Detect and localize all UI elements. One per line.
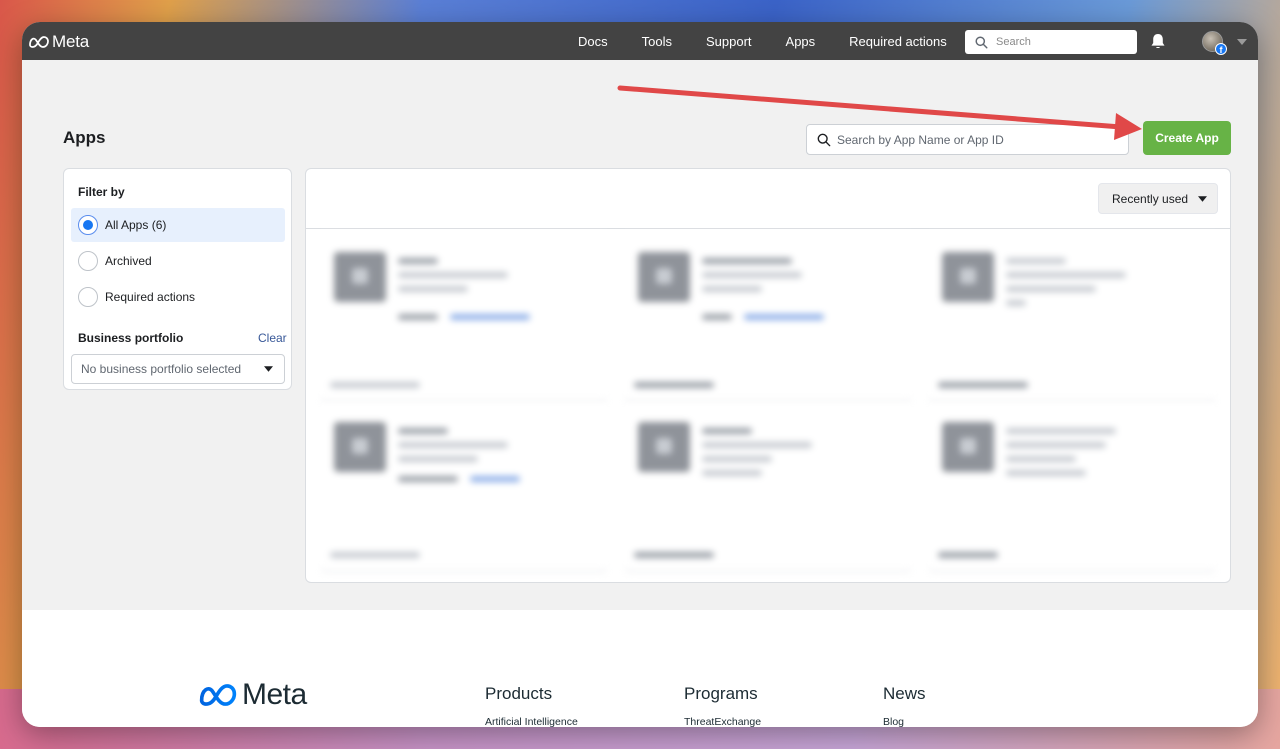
footer-meta-logo[interactable]: Meta <box>198 678 307 712</box>
app-icon <box>942 252 994 302</box>
sort-dropdown-label: Recently used <box>1112 191 1189 206</box>
nav-search-input[interactable] <box>996 36 1126 48</box>
footer-column-title: News <box>883 684 926 703</box>
nav-link-support[interactable]: Support <box>706 34 752 49</box>
filter-panel: Filter by All Apps (6) Archived Required… <box>63 168 292 390</box>
business-portfolio-title: Business portfolio <box>78 331 184 345</box>
radio-button-checked[interactable] <box>78 215 98 235</box>
footer-link[interactable]: ThreatExchange <box>684 716 761 727</box>
nav-links: Docs Tools Support Apps Required actions <box>578 22 981 60</box>
footer-link[interactable]: Blog <box>883 716 926 727</box>
create-app-button[interactable]: Create App <box>1143 121 1231 155</box>
caret-down-icon <box>1198 196 1207 202</box>
page-title: Apps <box>63 128 106 147</box>
filter-option-required-actions[interactable]: Required actions <box>71 280 285 314</box>
filter-option-label: Required actions <box>105 290 196 304</box>
footer-brand-name: Meta <box>242 678 307 711</box>
app-card[interactable] <box>624 234 912 402</box>
app-icon <box>638 252 690 302</box>
brand-name: Meta <box>52 32 89 51</box>
business-portfolio-select-value: No business portfolio selected <box>81 362 242 376</box>
nav-link-tools[interactable]: Tools <box>642 34 672 49</box>
business-portfolio-select[interactable]: No business portfolio selected <box>71 354 285 384</box>
filter-option-label: Archived <box>105 254 152 268</box>
app-icon <box>334 252 386 302</box>
app-card[interactable] <box>928 404 1216 572</box>
facebook-badge-icon: f <box>1215 43 1227 55</box>
top-navbar: Meta Docs Tools Support Apps Required ac… <box>22 22 1258 60</box>
search-icon <box>975 35 988 49</box>
annotation-arrow <box>617 85 1142 140</box>
business-portfolio-clear-link[interactable]: Clear <box>258 331 287 345</box>
bell-icon[interactable] <box>1150 33 1166 50</box>
divider <box>306 228 1230 229</box>
footer-column-news: News Blog <box>883 684 926 727</box>
nav-link-apps[interactable]: Apps <box>786 34 816 49</box>
app-card[interactable] <box>928 234 1216 402</box>
sort-dropdown[interactable]: Recently used <box>1098 183 1218 214</box>
radio-button[interactable] <box>78 251 98 271</box>
meta-logo-link[interactable]: Meta <box>28 32 89 52</box>
app-card[interactable] <box>624 404 912 572</box>
profile-avatar-button[interactable]: f <box>1202 31 1227 55</box>
filter-option-all-apps[interactable]: All Apps (6) <box>71 208 285 242</box>
filter-title: Filter by <box>78 185 125 199</box>
footer-column-title: Programs <box>684 684 758 703</box>
app-icon <box>334 422 386 472</box>
footer-column-title: Products <box>485 684 553 703</box>
app-icon <box>942 422 994 472</box>
meta-infinity-icon <box>199 684 237 706</box>
meta-infinity-icon <box>29 36 49 48</box>
footer-column-programs: Programs ThreatExchange <box>684 684 761 727</box>
browser-window: Meta Docs Tools Support Apps Required ac… <box>22 22 1258 727</box>
app-icon <box>638 422 690 472</box>
footer-link[interactable]: Artificial Intelligence <box>485 716 578 727</box>
footer: Meta Products Artificial Intelligence Pr… <box>22 610 1258 727</box>
filter-option-label: All Apps (6) <box>105 218 167 232</box>
app-card[interactable] <box>320 404 608 572</box>
filter-option-archived[interactable]: Archived <box>71 244 285 278</box>
radio-button[interactable] <box>78 287 98 307</box>
caret-down-icon <box>264 366 273 372</box>
chevron-down-icon[interactable] <box>1237 39 1247 45</box>
footer-column-products: Products Artificial Intelligence <box>485 684 578 727</box>
nav-link-docs[interactable]: Docs <box>578 34 608 49</box>
apps-panel: Recently used <box>305 168 1231 583</box>
nav-link-required-actions[interactable]: Required actions <box>849 34 947 49</box>
nav-search-box[interactable] <box>965 30 1137 54</box>
app-card[interactable] <box>320 234 608 402</box>
